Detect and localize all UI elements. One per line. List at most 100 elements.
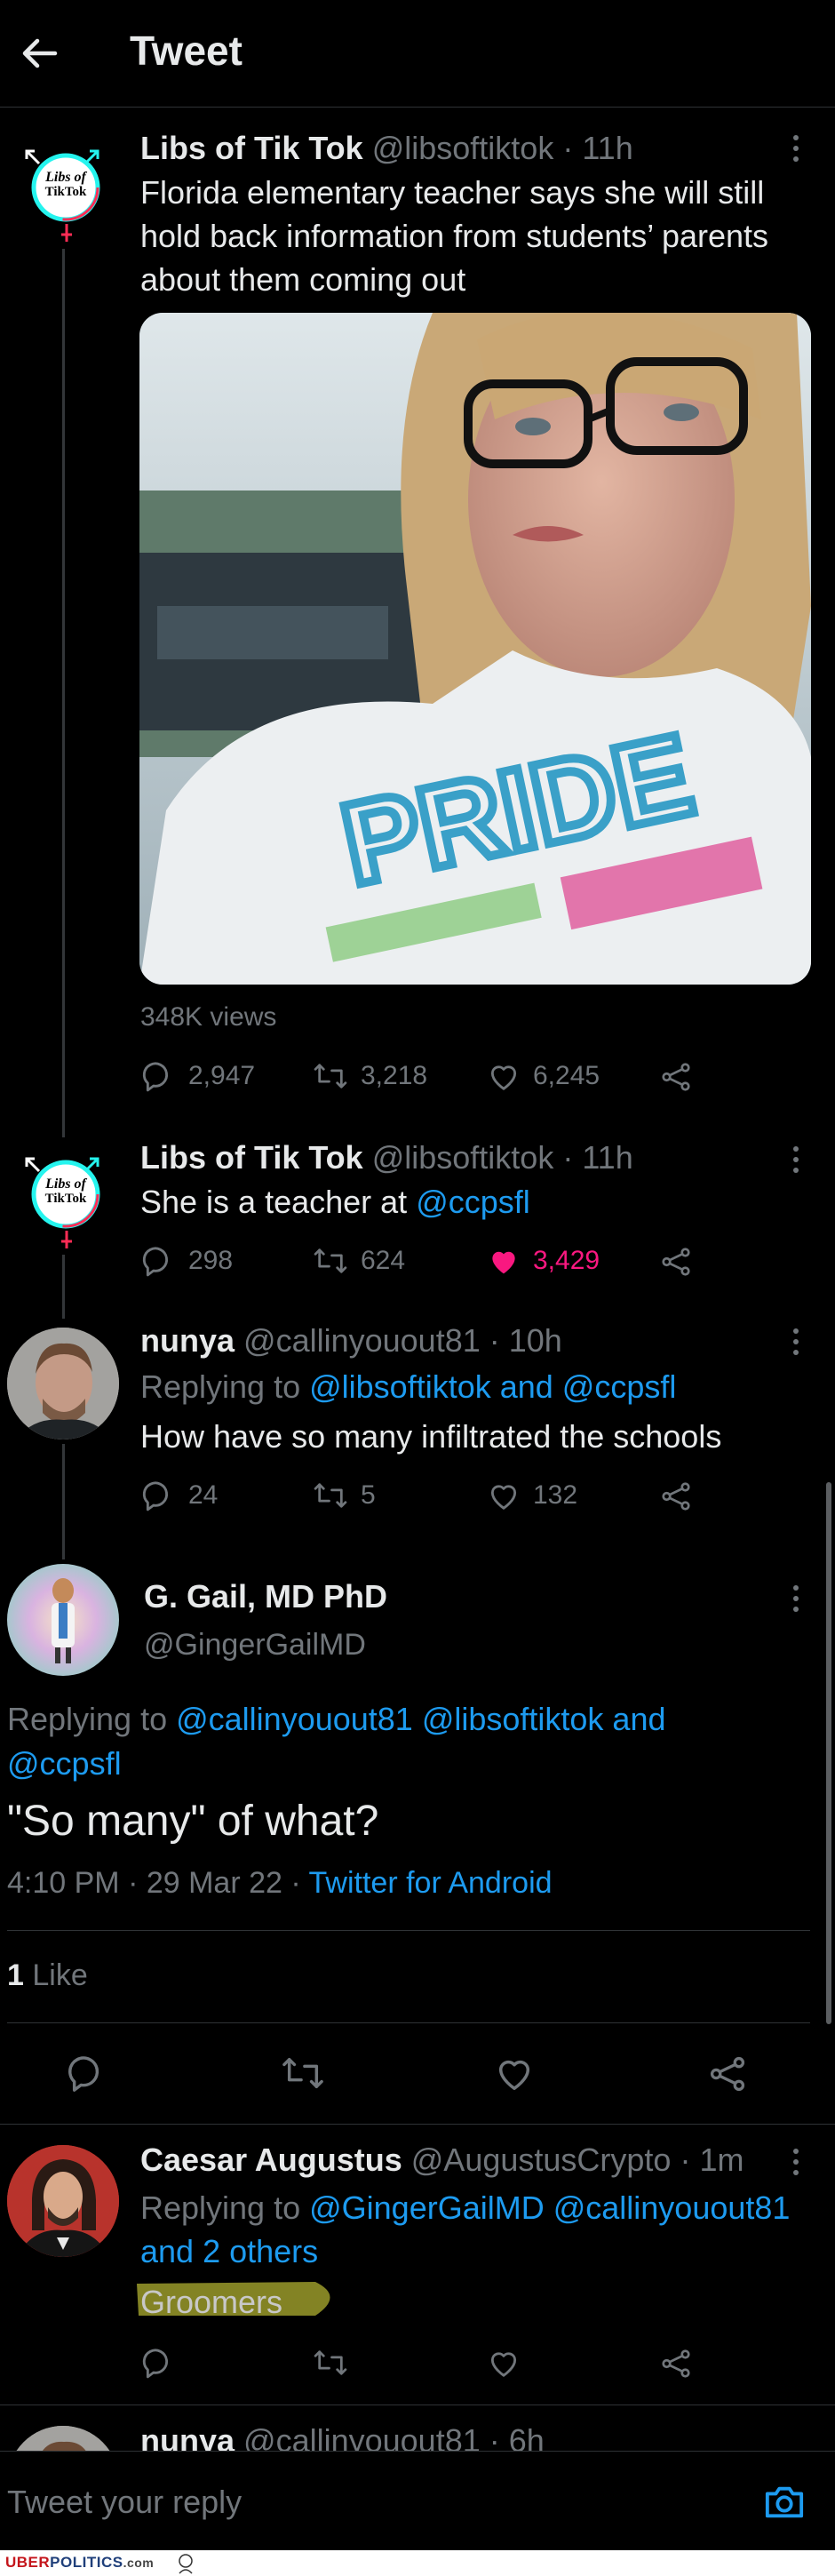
share-button[interactable] [659,1246,705,1278]
watermark-footer: UBERPOLITICS.com [0,2550,835,2576]
handle[interactable]: @GingerGailMD [144,1628,366,1663]
replying-to-links[interactable]: @GingerGailMD @callinyouout81 [309,2189,790,2226]
more-options-icon[interactable] [792,135,799,165]
reply-button[interactable]: 298 [142,1244,233,1278]
avatar[interactable] [7,1564,119,1676]
brand-domain: .com [123,2556,155,2570]
reply-count: 298 [188,1246,234,1275]
retweet-icon [314,2350,347,2375]
mascot-icon [179,2554,193,2574]
handle[interactable]: @libsoftiktok [372,1139,554,1176]
timestamp[interactable]: · 10h [489,1322,562,1359]
female-symbol-icon [61,224,72,242]
replying-to: Replying to @libsoftiktok and @ccpsfl [140,1365,798,1408]
replying-to-links[interactable]: and 2 others [140,2229,798,2273]
more-options-icon[interactable] [792,1585,799,1615]
display-name[interactable]: Caesar Augustus [140,2141,402,2178]
replying-to-links[interactable]: @callinyouout81 @libsoftiktok and [176,1701,665,1737]
handle[interactable]: @libsoftiktok [372,130,554,166]
divider [0,2124,835,2125]
reply-button[interactable]: 2,947 [142,1059,255,1093]
handle[interactable]: @callinyouout81 [243,1322,481,1359]
reply-icon [142,1247,168,1277]
timestamp[interactable]: · 1m [680,2141,744,2178]
female-symbol-icon [61,1231,72,1248]
retweet-button[interactable] [281,2053,325,2093]
reply-icon [142,1062,168,1092]
share-icon [662,2349,690,2378]
avatar[interactable] [7,2145,119,2257]
tweet-header: Libs of Tik Tok @libsoftiktok · 11h [140,130,633,167]
replying-to-links[interactable]: @ccpsfl [7,1742,807,1786]
avatar-text: TikTok [44,185,87,199]
reply-button[interactable] [68,2053,108,2093]
brand-uber: UBER [5,2554,51,2571]
avatar[interactable] [7,1328,119,1440]
tweet-meta: 4:10 PM · 29 Mar 22 · Twitter for Androi… [7,1866,553,1901]
more-options-icon[interactable] [792,1328,799,1359]
back-arrow-icon[interactable] [20,34,59,73]
share-icon [662,1482,690,1511]
share-button[interactable] [659,1480,705,1512]
display-name[interactable]: Libs of Tik Tok [140,1139,363,1176]
like-count: 132 [533,1480,578,1510]
more-options-icon[interactable] [792,1146,799,1176]
display-name[interactable]: Libs of Tik Tok [140,130,363,166]
like-count: 6,245 [533,1061,600,1090]
retweet-button[interactable] [313,2346,348,2380]
display-name[interactable]: nunya [140,1322,235,1359]
tweet-text: She is a teacher at @ccpsfl [140,1180,798,1224]
display-name[interactable]: G. Gail, MD PhD [144,1578,387,1615]
brand-politics: POLITICS [50,2554,123,2571]
share-button[interactable] [659,2348,693,2380]
more-options-icon[interactable] [792,2149,799,2179]
reply-icon [142,2349,168,2379]
replying-to-links[interactable]: @libsoftiktok and @ccpsfl [309,1368,676,1405]
tweet-header: Caesar Augustus @AugustusCrypto · 1m [140,2141,744,2179]
reply-button[interactable] [142,2346,176,2380]
retweet-icon [282,2057,323,2089]
retweet-button[interactable]: 3,218 [313,1059,427,1093]
like-button[interactable]: 6,245 [487,1059,600,1093]
heart-icon [490,1065,517,1090]
source-link[interactable]: Twitter for Android [309,1866,553,1900]
tweet-media[interactable]: PRIDE [139,313,811,985]
reply-input[interactable]: Tweet your reply [7,2484,242,2521]
replying-to-label: Replying to [140,1368,310,1405]
views-count: 348K views [140,1002,277,1032]
reply-button[interactable]: 24 [142,1479,218,1512]
camera-icon[interactable] [762,2482,807,2523]
tweet-header: Libs of Tik Tok @libsoftiktok · 11h [140,1139,633,1176]
retweet-button[interactable]: 5 [313,1479,376,1512]
share-icon [710,2056,745,2092]
retweet-button[interactable]: 624 [313,1244,405,1278]
handle[interactable]: @AugustusCrypto [411,2141,672,2178]
scrollbar[interactable] [826,1482,831,2024]
like-button[interactable] [494,2053,535,2093]
like-button[interactable] [487,2346,521,2380]
mention-link[interactable]: @ccpsfl [416,1184,530,1220]
tweet-header: nunya @callinyouout81 · 10h [140,1322,562,1360]
retweet-count: 5 [361,1480,376,1510]
top-bar: Tweet [0,0,835,108]
timestamp[interactable]: 4:10 PM · 29 Mar 22 · [7,1866,309,1900]
thread-line [62,249,65,1137]
likes-summary[interactable]: 1 Like [7,1958,88,1993]
timestamp[interactable]: · 11h [562,1139,632,1176]
like-button[interactable]: 3,429 [487,1244,600,1278]
thread-line [62,1444,65,1559]
like-count: 3,429 [533,1246,600,1275]
heart-filled-icon [492,1251,515,1274]
share-button[interactable] [659,1061,705,1093]
avatar-text: TikTok [44,1192,87,1206]
like-button[interactable]: 132 [487,1479,577,1512]
avatar-text: Libs of [45,1176,86,1192]
heart-icon [498,2060,530,2090]
share-button[interactable] [707,2054,748,2093]
male-symbol-icon [84,149,99,165]
retweet-count: 624 [361,1246,406,1275]
retweet-icon [314,1064,347,1089]
replying-to: Replying to @callinyouout81 @libsoftikto… [7,1697,807,1786]
tweet-text: Florida elementary teacher says she will… [140,174,769,298]
timestamp[interactable]: · 11h [562,130,632,166]
